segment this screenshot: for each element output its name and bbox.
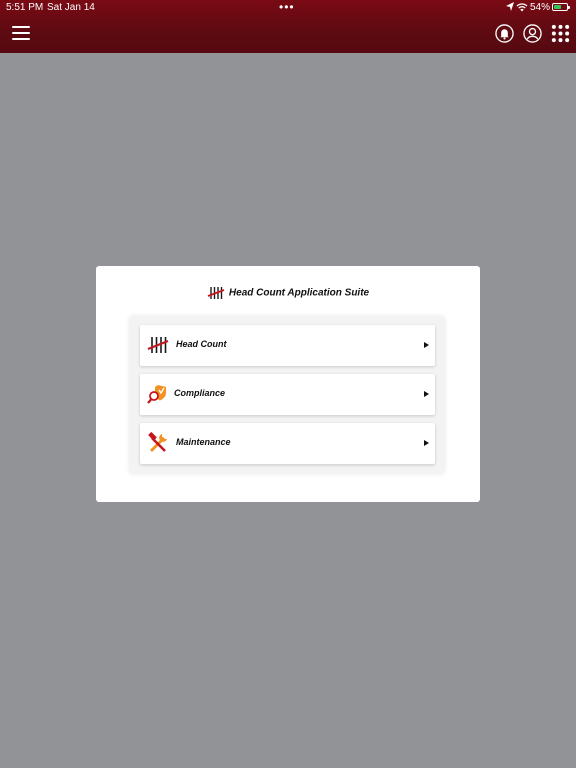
- hamburger-menu-icon[interactable]: [12, 26, 30, 40]
- status-time: 5:51 PM: [6, 2, 44, 13]
- wifi-icon: [516, 3, 528, 12]
- user-profile-icon[interactable]: [523, 24, 542, 43]
- dialog-title: Head Count Application Suite: [96, 286, 480, 300]
- tally-marks-icon: [147, 337, 169, 353]
- chevron-right-icon: [424, 391, 429, 397]
- app-item-head-count[interactable]: Head Count: [140, 325, 435, 366]
- app-suite-dialog: Head Count Application Suite Head Count: [96, 266, 480, 502]
- battery-percent: 54%: [530, 2, 551, 13]
- status-bar: 5:51 PM Sat Jan 14 ••• 54%: [0, 0, 576, 16]
- tally-marks-icon: [207, 287, 225, 299]
- location-icon: [506, 2, 514, 11]
- hammer-wrench-icon: [148, 432, 167, 452]
- app-item-compliance[interactable]: Compliance: [140, 374, 435, 415]
- battery-icon: [552, 3, 570, 11]
- chevron-right-icon: [424, 440, 429, 446]
- app-item-maintenance[interactable]: Maintenance: [140, 423, 435, 464]
- chevron-right-icon: [424, 342, 429, 348]
- magnifier-shield-icon: [147, 385, 166, 404]
- app-item-label: Head Count: [176, 339, 227, 349]
- app-list: Head Count Compliance Maintenance: [130, 317, 444, 473]
- app-item-label: Compliance: [174, 388, 226, 398]
- multitasking-dots-icon[interactable]: •••: [279, 0, 295, 14]
- notifications-bell-icon[interactable]: [495, 24, 514, 43]
- app-header: 5:51 PM Sat Jan 14 ••• 54%: [0, 0, 576, 53]
- battery-fill: [554, 5, 561, 9]
- apps-grid-icon[interactable]: [551, 24, 570, 43]
- status-date: Sat Jan 14: [47, 2, 95, 13]
- app-item-label: Maintenance: [176, 437, 231, 447]
- dialog-title-text: Head Count Application Suite: [228, 287, 370, 299]
